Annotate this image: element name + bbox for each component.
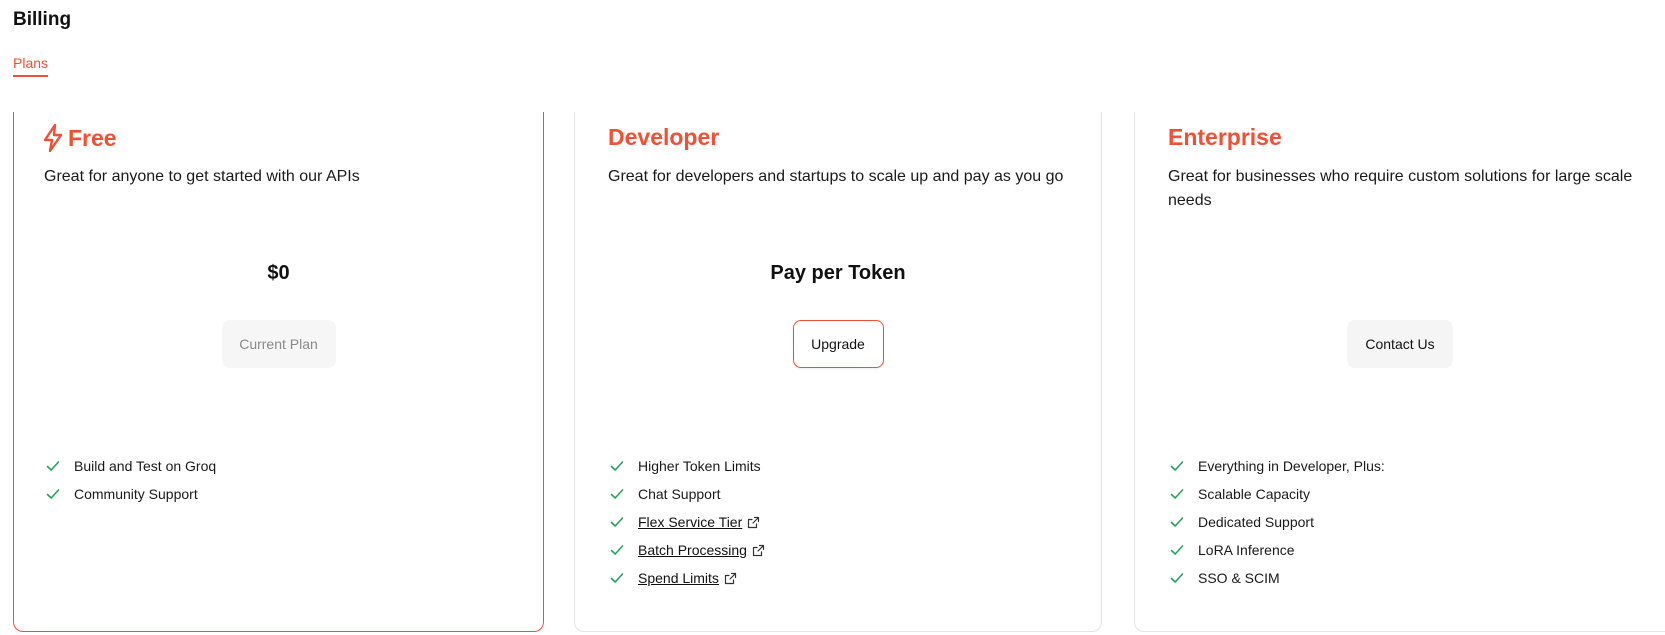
- plan-card-free: Free Great for anyone to get started wit…: [13, 112, 544, 632]
- lightning-bolt-icon: [43, 124, 63, 152]
- contact-us-button[interactable]: Contact Us: [1347, 320, 1453, 368]
- spend-limits-link[interactable]: Spend Limits: [638, 570, 719, 586]
- check-icon: [1170, 517, 1184, 527]
- feature-list: Everything in Developer, Plus: Scalable …: [1170, 452, 1385, 592]
- feature-label: Chat Support: [638, 486, 721, 502]
- check-icon: [610, 489, 624, 499]
- feature-item: Everything in Developer, Plus:: [1170, 452, 1385, 480]
- feature-item: Community Support: [46, 480, 216, 508]
- plan-card-enterprise: Enterprise Great for businesses who requ…: [1134, 112, 1665, 632]
- feature-item: LoRA Inference: [1170, 536, 1385, 564]
- flex-service-tier-link[interactable]: Flex Service Tier: [638, 514, 742, 530]
- feature-item: Chat Support: [610, 480, 765, 508]
- plan-name-label: Developer: [608, 124, 720, 150]
- feature-item: Build and Test on Groq: [46, 452, 216, 480]
- plan-price: Pay per Token: [770, 262, 906, 284]
- plan-name-developer: Developer: [608, 124, 719, 151]
- plan-name-free: Free: [42, 124, 117, 152]
- batch-processing-link[interactable]: Batch Processing: [638, 542, 747, 558]
- feature-item: Flex Service Tier: [610, 508, 765, 536]
- feature-label: Higher Token Limits: [638, 458, 761, 474]
- check-icon: [610, 573, 624, 583]
- feature-list: Build and Test on Groq Community Support: [46, 452, 216, 508]
- check-icon: [1170, 461, 1184, 471]
- feature-item: Spend Limits: [610, 564, 765, 592]
- external-link-icon[interactable]: [747, 516, 760, 529]
- check-icon: [1170, 545, 1184, 555]
- plan-card-developer: Developer Great for developers and start…: [574, 112, 1102, 632]
- plan-description: Great for anyone to get started with our…: [44, 168, 360, 185]
- check-icon: [610, 461, 624, 471]
- plan-name-label: Free: [68, 124, 117, 151]
- check-icon: [46, 461, 60, 471]
- feature-label: Everything in Developer, Plus:: [1198, 458, 1385, 474]
- external-link-icon[interactable]: [752, 544, 765, 557]
- feature-label: LoRA Inference: [1198, 542, 1295, 558]
- upgrade-button[interactable]: Upgrade: [792, 320, 884, 368]
- check-icon: [1170, 573, 1184, 583]
- feature-item: Scalable Capacity: [1170, 480, 1385, 508]
- feature-label: Community Support: [74, 486, 198, 502]
- feature-label: Scalable Capacity: [1198, 486, 1311, 502]
- plan-price: $0: [267, 262, 290, 284]
- plan-description: Great for businesses who require custom …: [1168, 168, 1633, 209]
- plan-cards: Free Great for anyone to get started wit…: [0, 112, 1665, 635]
- check-icon: [1170, 489, 1184, 499]
- feature-item: Dedicated Support: [1170, 508, 1385, 536]
- feature-label: SSO & SCIM: [1198, 570, 1280, 586]
- current-plan-button[interactable]: Current Plan: [221, 320, 336, 368]
- external-link-icon[interactable]: [724, 572, 737, 585]
- check-icon: [46, 489, 60, 499]
- feature-list: Higher Token Limits Chat Support Flex Se…: [610, 452, 765, 592]
- plan-name-label: Enterprise: [1168, 124, 1282, 150]
- feature-label: Dedicated Support: [1198, 514, 1314, 530]
- feature-label: Build and Test on Groq: [74, 458, 217, 474]
- feature-item: Batch Processing: [610, 536, 765, 564]
- check-icon: [610, 545, 624, 555]
- plan-name-enterprise: Enterprise: [1168, 124, 1282, 151]
- plan-description: Great for developers and startups to sca…: [608, 168, 1064, 185]
- feature-item: SSO & SCIM: [1170, 564, 1385, 592]
- page-title: Billing: [13, 9, 72, 30]
- check-icon: [610, 517, 624, 527]
- feature-item: Higher Token Limits: [610, 452, 765, 480]
- tab-plans[interactable]: Plans: [13, 55, 49, 77]
